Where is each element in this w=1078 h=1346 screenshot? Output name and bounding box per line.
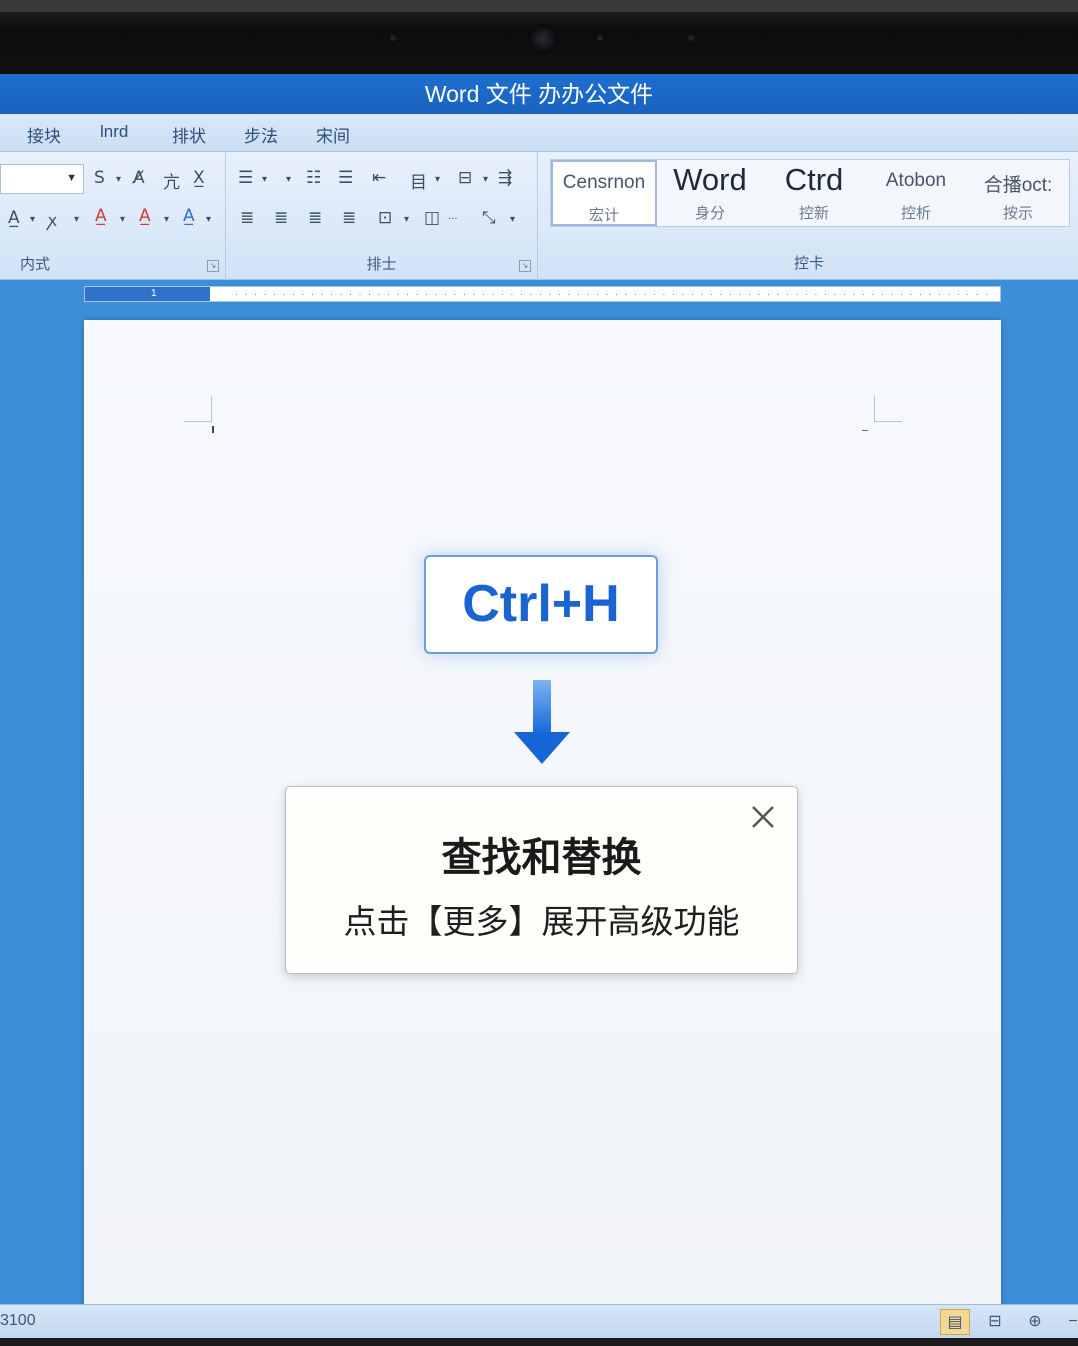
screen-bottom-edge [0,1338,1078,1346]
style-tile-1[interactable]: Censrnon 宏计 [551,160,657,226]
style-name: Ctrd [784,162,844,197]
find-replace-dialog: 查找和替换 点击【更多】展开高级功能 [285,786,798,974]
align-left-icon[interactable]: ≣ [240,208,254,228]
status-bar: 3100 ▤ ⊟ ⊕ − [0,1304,1078,1338]
font-group: ▼ S ▾ A̸ 亢 X̲ A̲ ▾ ꭗ ▾ A̲ ▾ A̲ ▾ A̲ ▾ 内式… [0,152,226,280]
reading-view-icon[interactable]: ⊟ [980,1309,1010,1335]
ribbon-tabs: 接块 lnrd 排状 步法 宋间 [0,114,1078,152]
web-view-icon[interactable]: ⊕ [1020,1309,1050,1335]
shortcut-text: Ctrl+H [462,575,620,633]
text-effect-icon[interactable]: A̲ [8,208,20,228]
dialog-launcher-icon[interactable]: ↘ [519,260,531,272]
font-group-label: 内式 [20,256,51,273]
sensor-dot [390,35,396,41]
align-right-icon[interactable]: ≣ [308,208,322,228]
subscript-icon[interactable]: X̲ [193,168,205,188]
chevron-down-icon[interactable]: ▾ [30,214,35,225]
document-page[interactable]: Ctrl+H 查找和替换 点击【更多】展开高级功能 [84,320,1001,1320]
ruler-number: 1 [151,288,157,299]
chevron-down-icon: ▼ [66,172,77,184]
text-cursor [212,426,214,433]
crop-mark-top-right [874,396,902,422]
shading-fill-icon[interactable]: ◫ [424,208,440,228]
shortcut-callout: Ctrl+H [424,555,658,654]
ribbon: ▼ S ▾ A̸ 亢 X̲ A̲ ▾ ꭗ ▾ A̲ ▾ A̲ ▾ A̲ ▾ 内式… [0,152,1078,280]
align-center-icon[interactable]: ≣ [274,208,288,228]
chevron-down-icon[interactable]: ▾ [404,214,409,225]
bezel-edge [0,0,1078,12]
dialog-launcher-icon[interactable]: ↘ [207,260,219,272]
styles-group-label: 控卡 [793,255,824,272]
bullets-icon[interactable]: ☰ [238,168,253,188]
tab-5[interactable]: 宋间 [316,122,350,147]
chevron-down-icon[interactable]: ▾ [262,174,267,185]
style-name: 合播oct: [983,175,1053,196]
borders-icon[interactable]: ⊡ [378,208,392,228]
chevron-down-icon[interactable]: ▾ [286,174,291,185]
style-name: Word [673,162,747,197]
shading-icon[interactable]: A̲ [183,206,195,226]
chevron-down-icon[interactable]: ▾ [206,214,211,225]
chevron-down-icon[interactable]: ▾ [510,214,515,225]
font-size-icon[interactable]: A̸ [133,168,145,188]
crop-mark-top-left [184,396,212,422]
style-name: Censrnon [562,172,646,193]
style-sub: 按示 [1002,205,1033,222]
more-icon[interactable]: ··· [448,214,458,225]
arrow-down-icon [514,680,570,764]
style-tile-3[interactable]: Ctrd 控新 [763,160,865,226]
chevron-down-icon[interactable]: ▾ [435,174,440,185]
tab-2[interactable]: lnrd [100,122,128,142]
asian-layout-icon[interactable]: ⤡ [482,208,496,228]
sensor-dot [688,35,694,41]
style-tile-4[interactable]: Atobon 控析 [865,160,967,226]
sensor-dot [597,35,603,41]
chevron-down-icon[interactable]: ▾ [120,214,125,225]
show-marks-icon[interactable]: ⊟ [458,168,472,188]
paragraph-group: ☰ ▾ ▾ ☷ ☰ ⇤ 目 ▾ ⊟ ▾ ⇶ ≣ ≣ ≣ ≣ ⊡ ▾ ◫ ··· … [226,152,538,280]
margin-mark [862,430,868,431]
chevron-down-icon[interactable]: ▾ [164,214,169,225]
print-layout-view-icon[interactable]: ▤ [940,1309,970,1335]
style-sub: 控新 [798,205,829,222]
line-spacing-icon[interactable]: ⇶ [498,168,512,188]
numbering-icon[interactable]: ☷ [306,168,321,188]
horizontal-ruler[interactable]: 1 · · · · · · · · · · · · · · · · · · · … [84,286,1001,302]
style-tile-5[interactable]: 合播oct: 按示 [967,160,1069,226]
paragraph-group-label: 排士 [366,256,397,273]
highlight-color-icon[interactable]: A̲ [139,206,151,226]
dialog-title: 查找和替换 [441,836,642,880]
webcam [528,24,558,54]
strikethrough-icon[interactable]: S [94,168,105,188]
style-name: Atobon [885,170,947,191]
font-name-combo[interactable]: ▼ [0,164,84,194]
tab-4[interactable]: 步法 [244,122,278,147]
zoom-slider-icon[interactable]: − [1058,1309,1078,1335]
chevron-down-icon[interactable]: ▾ [483,174,488,185]
ruler-margin: 1 [85,287,210,301]
word-window: Word 文件 办办公文件 接块 lnrd 排状 步法 宋间 ▼ S ▾ A̸ … [0,74,1078,1346]
multilevel-list-icon[interactable]: ☰ [338,168,353,188]
style-sub: 宏计 [588,207,619,224]
chevron-down-icon[interactable]: ▾ [74,214,79,225]
clear-format-icon[interactable]: ꭗ [48,208,57,231]
dialog-subtitle: 点击【更多】展开高级功能 [343,903,740,940]
tab-3[interactable]: 排状 [172,122,206,147]
title-bar: Word 文件 办办公文件 [0,74,1078,114]
phonetic-icon[interactable]: 亢 [163,168,180,193]
justify-icon[interactable]: ≣ [342,208,356,228]
decrease-indent-icon[interactable]: ⇤ [372,168,386,188]
style-sub: 身分 [694,205,725,222]
font-color-icon[interactable]: A̲ [95,206,107,226]
style-sub: 控析 [900,205,931,222]
chevron-down-icon[interactable]: ▾ [116,174,121,185]
tab-1[interactable]: 接块 [27,122,61,147]
monitor-bezel [0,0,1078,74]
styles-gallery: Censrnon 宏计 Word 身分 Ctrd 控新 Atobon 控析 合播… [550,159,1070,227]
style-tile-2[interactable]: Word 身分 [659,160,761,226]
sort-icon[interactable]: 目 [410,168,427,193]
window-title: Word 文件 办办公文件 [424,81,654,107]
status-text: 3100 [0,1312,36,1329]
ruler-ticks: · · · · · · · · · · · · · · · · · · · · … [235,289,990,299]
